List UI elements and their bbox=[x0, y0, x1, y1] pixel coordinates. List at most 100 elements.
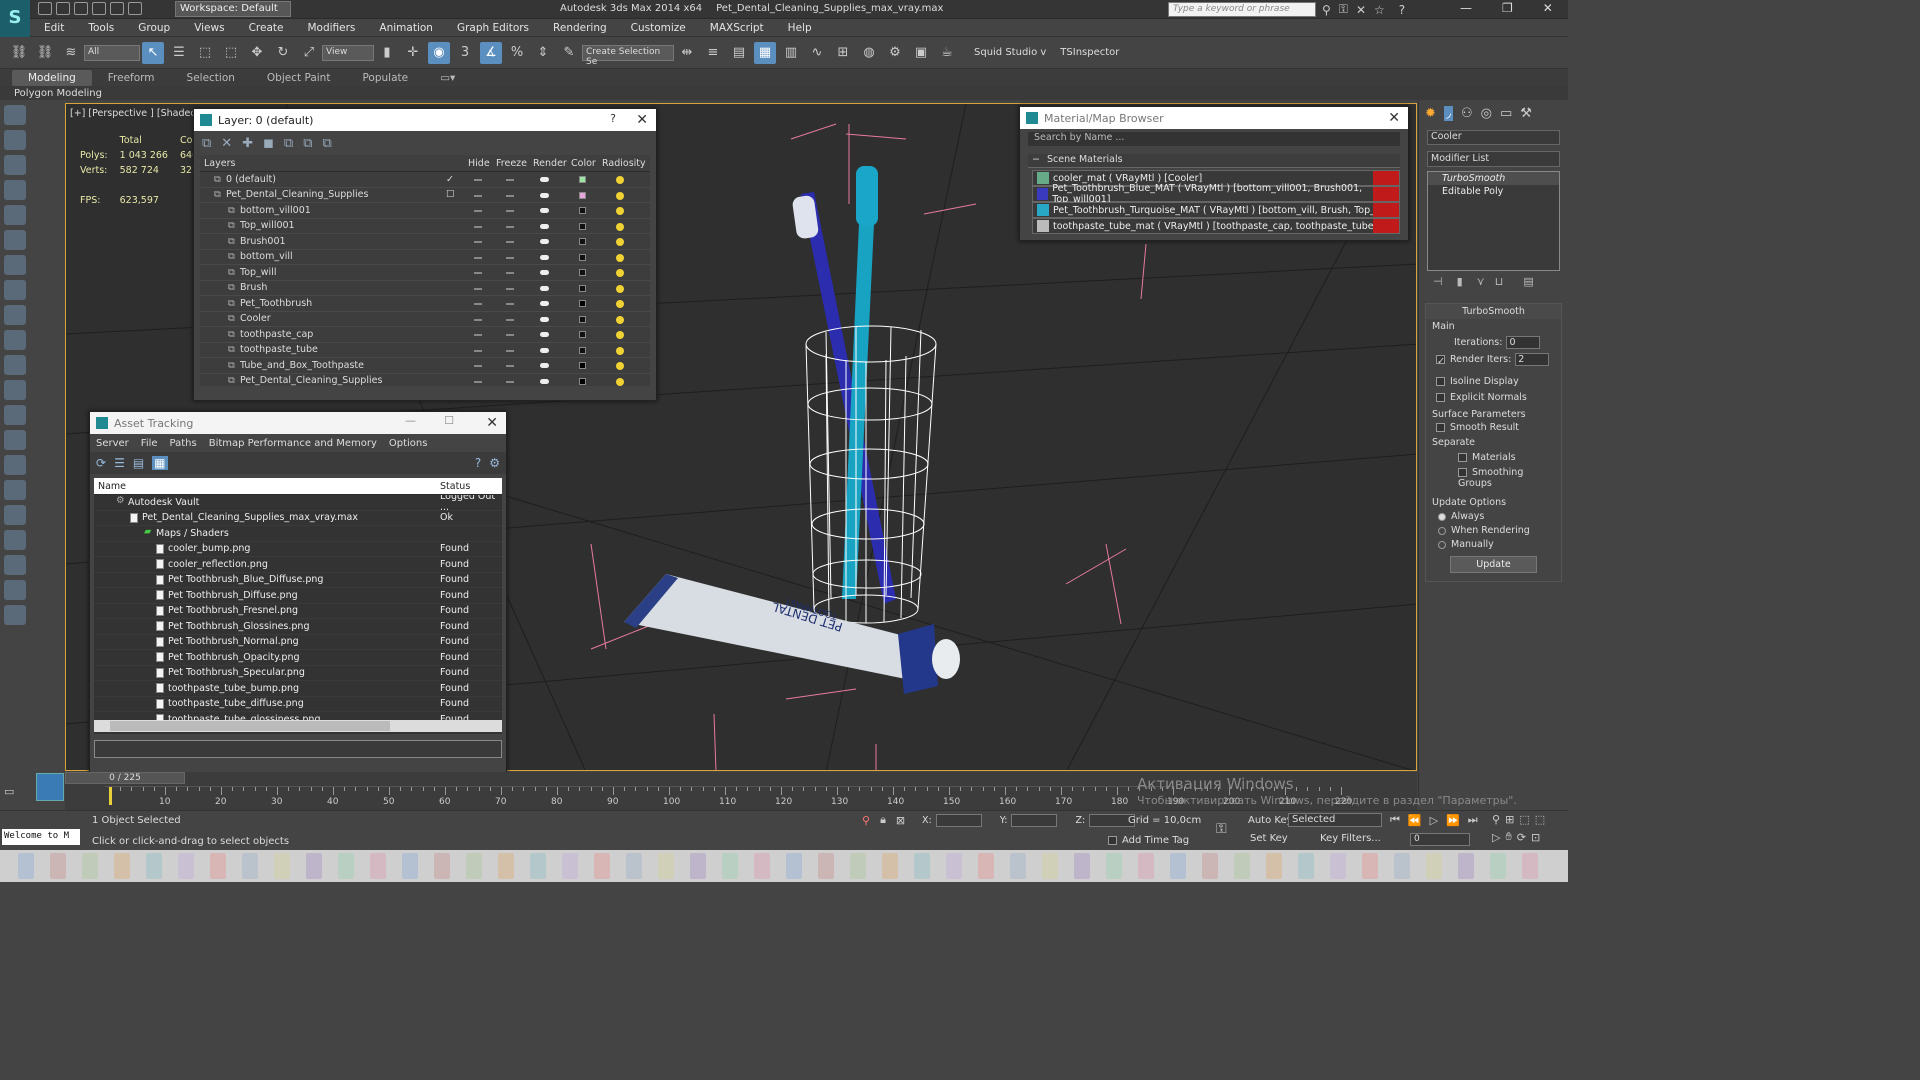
layer-color-swatch[interactable] bbox=[579, 269, 586, 276]
help-icon[interactable]: ? bbox=[475, 456, 481, 470]
layer-row[interactable]: ⧉ Brush bbox=[200, 281, 650, 296]
asset-row[interactable]: toothpaste_tube_bump.png Found bbox=[94, 681, 502, 697]
minimize-icon[interactable]: — bbox=[1460, 1, 1472, 15]
squid-studio-button[interactable]: Squid Studio v bbox=[974, 47, 1046, 58]
asset-row[interactable]: Pet Toothbrush_Blue_Diffuse.png Found bbox=[94, 573, 502, 588]
freeze-toggle[interactable] bbox=[506, 318, 514, 321]
auto-key-button[interactable]: Auto Key bbox=[1248, 815, 1293, 826]
close-icon[interactable]: ✕ bbox=[1543, 1, 1553, 15]
community-icon[interactable]: ✕ bbox=[1356, 3, 1366, 17]
modify-tab-icon[interactable]: ◞ bbox=[1443, 105, 1453, 121]
layer-row[interactable]: ⧉ toothpaste_tube bbox=[200, 343, 650, 358]
helper-icon[interactable] bbox=[4, 255, 26, 275]
radiosity-bulb-icon[interactable] bbox=[616, 331, 624, 339]
asset-row[interactable]: ▰ Maps / Shaders bbox=[94, 526, 502, 542]
menu-create[interactable]: Create bbox=[249, 22, 284, 34]
radiosity-bulb-icon[interactable] bbox=[616, 269, 624, 277]
select-by-name-icon[interactable]: ☰ bbox=[168, 42, 190, 64]
freeze-toggle[interactable] bbox=[506, 256, 514, 259]
x-field[interactable] bbox=[935, 814, 982, 827]
radiosity-bulb-icon[interactable] bbox=[616, 362, 624, 370]
layer-row[interactable]: ⧉ Pet_Dental_Cleaning_Supplies ☐ bbox=[200, 188, 650, 203]
freeze-toggle[interactable] bbox=[506, 194, 514, 197]
asset-row[interactable]: cooler_bump.png Found bbox=[94, 542, 502, 557]
current-frame-field[interactable]: 0 bbox=[1410, 833, 1470, 846]
create-layer-icon[interactable]: ⧉ bbox=[202, 136, 211, 151]
new-file-icon[interactable] bbox=[38, 2, 52, 15]
freeze-toggle[interactable] bbox=[506, 287, 514, 290]
manually-radio[interactable] bbox=[1438, 540, 1446, 549]
box-icon[interactable] bbox=[4, 305, 26, 325]
render-teapot-icon[interactable] bbox=[540, 363, 549, 368]
hierarchy-tab-icon[interactable]: ⚇ bbox=[1461, 106, 1473, 121]
world-icon[interactable] bbox=[4, 580, 26, 600]
ref-coord-dropdown[interactable]: View bbox=[322, 44, 374, 61]
go-to-end-icon[interactable]: ⏭ bbox=[1468, 813, 1478, 827]
layer-row[interactable]: ⧉ bottom_vill001 bbox=[200, 203, 650, 219]
light-icon[interactable] bbox=[4, 205, 26, 225]
asset-row[interactable]: ⚙ Autodesk Vault Logged Out ... bbox=[94, 495, 502, 513]
pivot-center-icon[interactable]: ▮ bbox=[376, 42, 398, 64]
rotate-icon[interactable]: ↻ bbox=[272, 42, 294, 64]
project-folder-icon[interactable] bbox=[128, 2, 142, 15]
render-teapot-icon[interactable] bbox=[540, 208, 549, 213]
explorer-icon[interactable] bbox=[4, 155, 26, 175]
layer-row[interactable]: ⧉ Tube_and_Box_Toothpaste bbox=[200, 358, 650, 374]
schematic-view-icon[interactable]: ⊞ bbox=[832, 42, 854, 64]
zoom-extents-icon[interactable]: ⬚ bbox=[1519, 813, 1529, 826]
keyboard-shortcut-icon[interactable]: ◉ bbox=[428, 41, 450, 64]
refresh-icon[interactable]: ⟳ bbox=[96, 456, 106, 470]
asset-row[interactable]: Pet Toothbrush_Specular.png Found bbox=[94, 666, 502, 681]
smoothing-groups-checkbox[interactable] bbox=[1458, 468, 1467, 477]
transform-mode-icon[interactable]: ⊠ bbox=[896, 814, 905, 827]
smooth-result-checkbox[interactable] bbox=[1436, 423, 1445, 432]
select-manipulate-icon[interactable]: ✛ bbox=[402, 42, 424, 64]
globe-icon[interactable] bbox=[4, 430, 26, 450]
zoom-extents-all-icon[interactable]: ⬚ bbox=[1535, 813, 1545, 826]
fov-icon[interactable]: ▷ bbox=[1492, 831, 1500, 844]
rect-selection-icon[interactable]: ⬚ bbox=[194, 42, 216, 64]
teapot-icon[interactable] bbox=[4, 105, 26, 125]
tab-selection[interactable]: Selection bbox=[171, 70, 251, 86]
menu-graph-editors[interactable]: Graph Editors bbox=[457, 22, 529, 34]
tab-modeling[interactable]: Modeling bbox=[12, 69, 92, 86]
ribbon-options-icon[interactable]: ▭▾ bbox=[424, 70, 471, 86]
menu-bitmap-performance[interactable]: Bitmap Performance and Memory bbox=[209, 438, 377, 449]
material-editor-icon[interactable]: ◍ bbox=[858, 42, 880, 64]
hide-all-icon[interactable]: ⧉ bbox=[303, 136, 312, 151]
layer-color-swatch[interactable] bbox=[579, 222, 586, 230]
freeze-all-icon[interactable]: ⧉ bbox=[323, 136, 332, 151]
move-icon[interactable]: ✥ bbox=[246, 42, 268, 64]
mirror-icon[interactable]: ⇹ bbox=[676, 42, 698, 64]
freeze-toggle[interactable] bbox=[506, 380, 514, 383]
radiosity-bulb-icon[interactable] bbox=[616, 176, 624, 184]
layer-row[interactable]: ⧉ 0 (default) ✓ bbox=[200, 172, 650, 188]
col-layers[interactable]: Layers bbox=[204, 158, 235, 169]
angle-snap-icon[interactable]: ∡ bbox=[480, 41, 502, 64]
layer-row[interactable]: ⧉ Pet_Toothbrush bbox=[200, 296, 650, 312]
menu-animation[interactable]: Animation bbox=[379, 22, 433, 34]
window-crossing-icon[interactable]: ⬚ bbox=[220, 42, 242, 64]
hide-toggle[interactable] bbox=[474, 334, 482, 336]
freeze-toggle[interactable] bbox=[506, 241, 514, 243]
play-icon[interactable]: ▷ bbox=[1430, 814, 1438, 827]
set-key-button[interactable]: Set Key bbox=[1250, 833, 1288, 844]
radiosity-bulb-icon[interactable] bbox=[616, 300, 624, 308]
hide-toggle[interactable] bbox=[474, 179, 482, 181]
display-tab-icon[interactable]: ▭ bbox=[1500, 106, 1512, 121]
col-render[interactable]: Render bbox=[533, 158, 567, 169]
layer-row[interactable]: ⧉ toothpaste_cap bbox=[200, 327, 650, 343]
close-icon[interactable]: ✕ bbox=[486, 415, 498, 431]
render-teapot-icon[interactable] bbox=[540, 192, 549, 198]
object-name-field[interactable]: Cooler bbox=[1427, 130, 1560, 145]
hair-icon[interactable] bbox=[4, 530, 26, 550]
update-button[interactable]: Update bbox=[1450, 556, 1537, 573]
layer-color-swatch[interactable] bbox=[579, 191, 586, 199]
hide-toggle[interactable] bbox=[474, 194, 482, 197]
rollout-title[interactable]: TurboSmooth bbox=[1426, 304, 1561, 319]
menu-customize[interactable]: Customize bbox=[631, 22, 686, 34]
cone-icon[interactable] bbox=[4, 380, 26, 400]
asset-row[interactable]: Pet_Dental_Cleaning_Supplies_max_vray.ma… bbox=[94, 511, 502, 526]
material-search-input[interactable]: Search by Name ... bbox=[1028, 132, 1400, 146]
render-teapot-icon[interactable] bbox=[540, 270, 549, 275]
